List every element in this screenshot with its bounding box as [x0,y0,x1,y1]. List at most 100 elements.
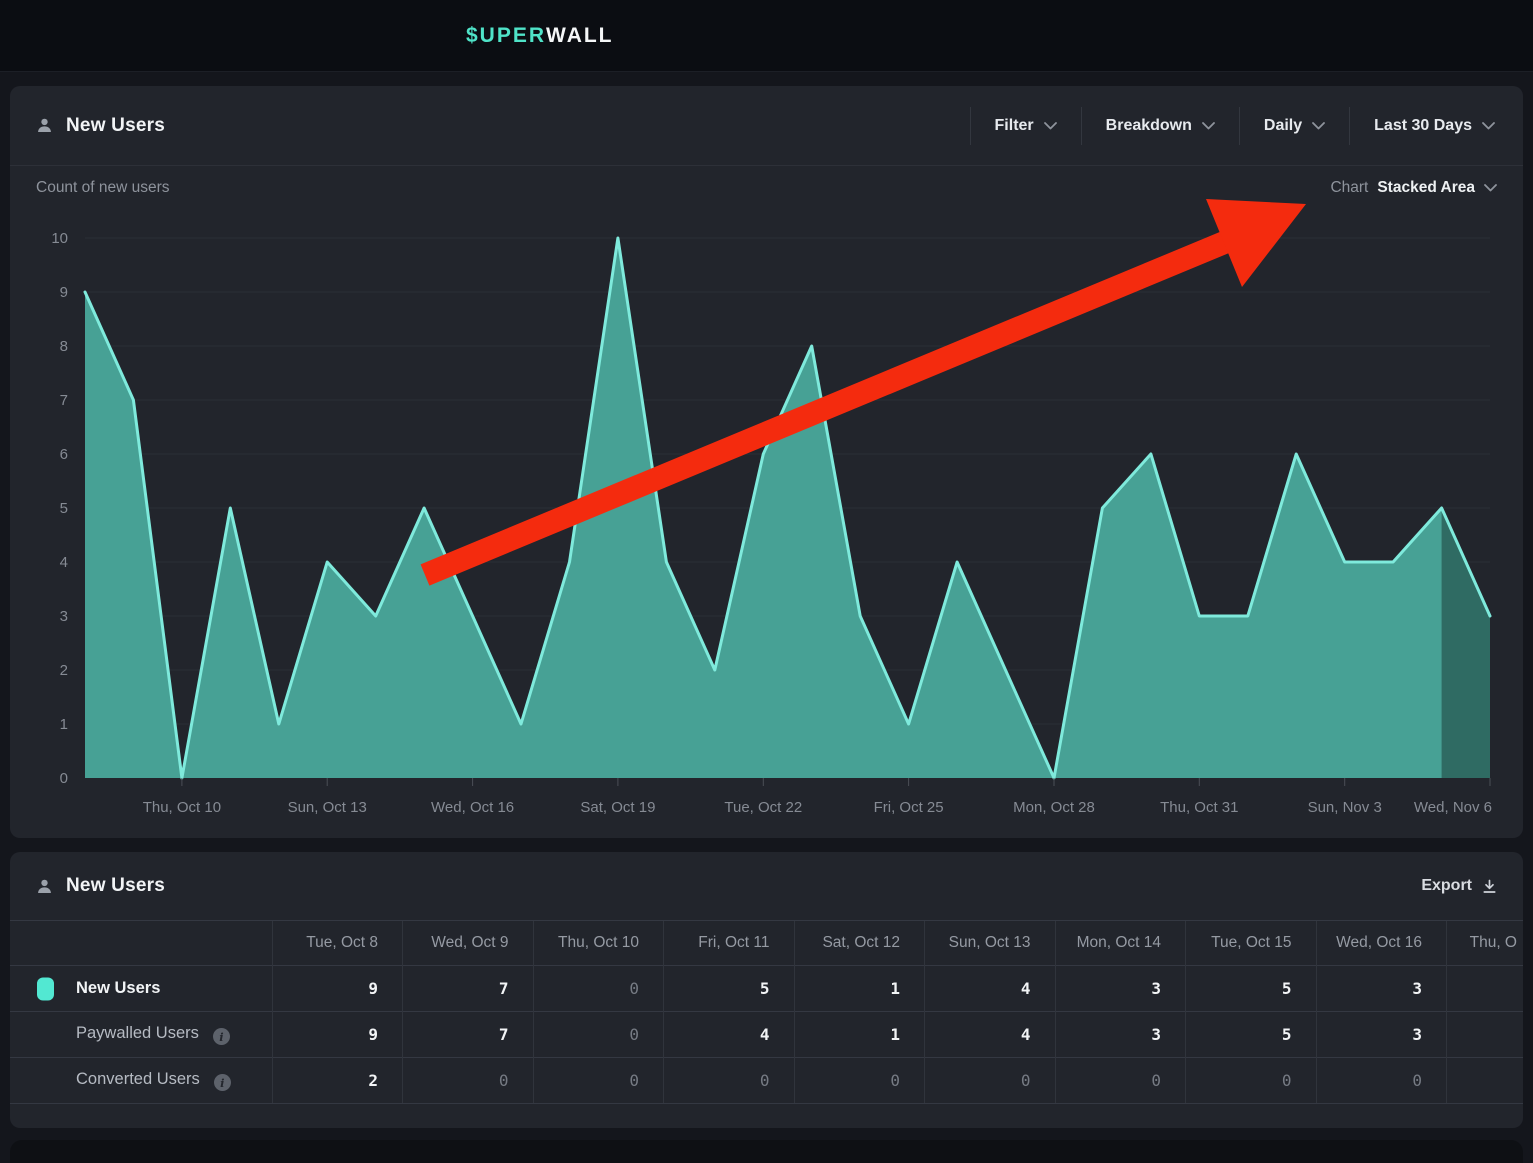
control-label: Daily [1264,117,1302,135]
download-icon [1482,879,1497,894]
row-label: Converted Users i [10,1058,272,1104]
y-axis-tick-label: 8 [60,338,68,355]
chart-card-header: New Users Filter Breakdown Daily Last 30 Da… [10,86,1523,166]
person-icon [36,878,53,895]
table-cell: 1 [794,1012,925,1058]
table-cell [1447,966,1524,1012]
control-label: Breakdown [1106,117,1192,135]
chevron-down-icon [1484,184,1497,192]
y-axis-tick-label: 9 [60,284,68,301]
table-cell: 2 [272,1058,403,1104]
table-cell: 0 [533,1012,664,1058]
x-axis-tick-label: Wed, Nov 6 [1414,799,1492,816]
table-corner-cell [10,921,272,966]
y-axis-tick-label: 10 [51,230,68,247]
control-filter[interactable]: Filter [970,107,1081,145]
table-card-header: New Users Export [10,852,1523,920]
x-axis-tick-label: Sun, Oct 13 [288,799,367,816]
x-axis-tick-label: Wed, Oct 16 [431,799,514,816]
row-label-text: Converted Users [76,1070,200,1088]
chevron-down-icon [1312,122,1325,130]
column-header: Mon, Oct 14 [1055,921,1186,966]
table-cell: 4 [664,1012,795,1058]
table-cell: 0 [533,1058,664,1104]
info-icon[interactable]: i [214,1074,231,1091]
x-axis-tick-label: Thu, Oct 31 [1160,799,1238,816]
column-header: Sun, Oct 13 [925,921,1056,966]
table-cell: 4 [925,1012,1056,1058]
chart-card: New Users Filter Breakdown Daily Last 30 Da… [10,86,1523,838]
chart-type-label: Chart [1330,179,1368,197]
chevron-down-icon [1202,122,1215,130]
x-axis-tick-label: Tue, Oct 22 [724,799,802,816]
column-header: Wed, Oct 16 [1316,921,1447,966]
x-axis-tick-label: Sat, Oct 19 [580,799,655,816]
area-fill-current-period [1442,508,1490,778]
row-label: New Users [10,966,272,1012]
table-cell: 4 [925,966,1056,1012]
table-row: Converted Usersi200000000 [10,1058,1523,1104]
chart-type-selector[interactable]: Chart Stacked Area [1330,179,1497,197]
table-cell: 0 [664,1058,795,1104]
table-card-title-group: New Users [36,875,165,897]
table-title: New Users [66,875,165,897]
table-cell: 5 [1186,966,1317,1012]
table-cell: 0 [1316,1058,1447,1104]
control-label: Filter [995,117,1034,135]
table-cell: 3 [1055,1012,1186,1058]
y-axis-tick-label: 5 [60,500,68,517]
chevron-down-icon [1044,122,1057,130]
table-cell: 9 [272,1012,403,1058]
x-axis-tick-label: Mon, Oct 28 [1013,799,1095,816]
column-header: Tue, Oct 8 [272,921,403,966]
area-chart[interactable]: 012345678910Thu, Oct 10Sun, Oct 13Wed, O… [20,230,1500,830]
topbar: $UPERWALL [0,0,1533,72]
person-icon [36,117,53,134]
table-cell: 3 [1316,1012,1447,1058]
x-axis-tick-label: Thu, Oct 10 [143,799,221,816]
table-cell: 3 [1316,966,1447,1012]
table-row: New Users970514353 [10,966,1523,1012]
column-header: Fri, Oct 11 [664,921,795,966]
table-cell: 1 [794,966,925,1012]
control-last-30-days[interactable]: Last 30 Days [1349,107,1497,145]
table-card: New Users Export Tue, Oct 8Wed, Oct 9Thu… [10,852,1523,1128]
column-header: Tue, Oct 15 [1186,921,1317,966]
superwall-logo: $UPERWALL [466,0,614,72]
table-cell: 0 [403,1058,534,1104]
export-label: Export [1421,877,1472,895]
chart-type-value: Stacked Area [1377,179,1475,197]
export-button[interactable]: Export [1421,877,1497,895]
table-cell: 0 [925,1058,1056,1104]
row-label-text: Paywalled Users [76,1024,199,1042]
logo-white-part: WALL [546,24,613,48]
series-swatch [37,977,54,1000]
y-axis-tick-label: 4 [60,554,68,571]
new-users-table: Tue, Oct 8Wed, Oct 9Thu, Oct 10Fri, Oct … [10,920,1523,1104]
logo-teal-part: $UPER [466,24,546,48]
table-cell: 0 [1186,1058,1317,1104]
table-row: Paywalled Usersi970414353 [10,1012,1523,1058]
chart-controls: Filter Breakdown Daily Last 30 Days [970,107,1497,145]
column-header: Thu, Oct 10 [533,921,664,966]
table-cell: 0 [533,966,664,1012]
table-cell: 7 [403,966,534,1012]
table-cell: 0 [794,1058,925,1104]
y-axis-tick-label: 6 [60,446,68,463]
table-cell: 9 [272,966,403,1012]
table-cell: 5 [664,966,795,1012]
table-cell [1447,1012,1524,1058]
control-label: Last 30 Days [1374,117,1472,135]
page-title: New Users [66,115,165,137]
table-cell [1447,1058,1524,1104]
x-axis-tick-label: Fri, Oct 25 [874,799,944,816]
y-axis-tick-label: 1 [60,716,68,733]
control-daily[interactable]: Daily [1239,107,1349,145]
chart-card-title-group: New Users [36,115,165,137]
column-header: Thu, O [1447,921,1524,966]
info-icon[interactable]: i [213,1028,230,1045]
table-cell: 7 [403,1012,534,1058]
chart-subheader: Count of new users Chart Stacked Area [36,170,1497,206]
y-axis-tick-label: 7 [60,392,68,409]
control-breakdown[interactable]: Breakdown [1081,107,1239,145]
